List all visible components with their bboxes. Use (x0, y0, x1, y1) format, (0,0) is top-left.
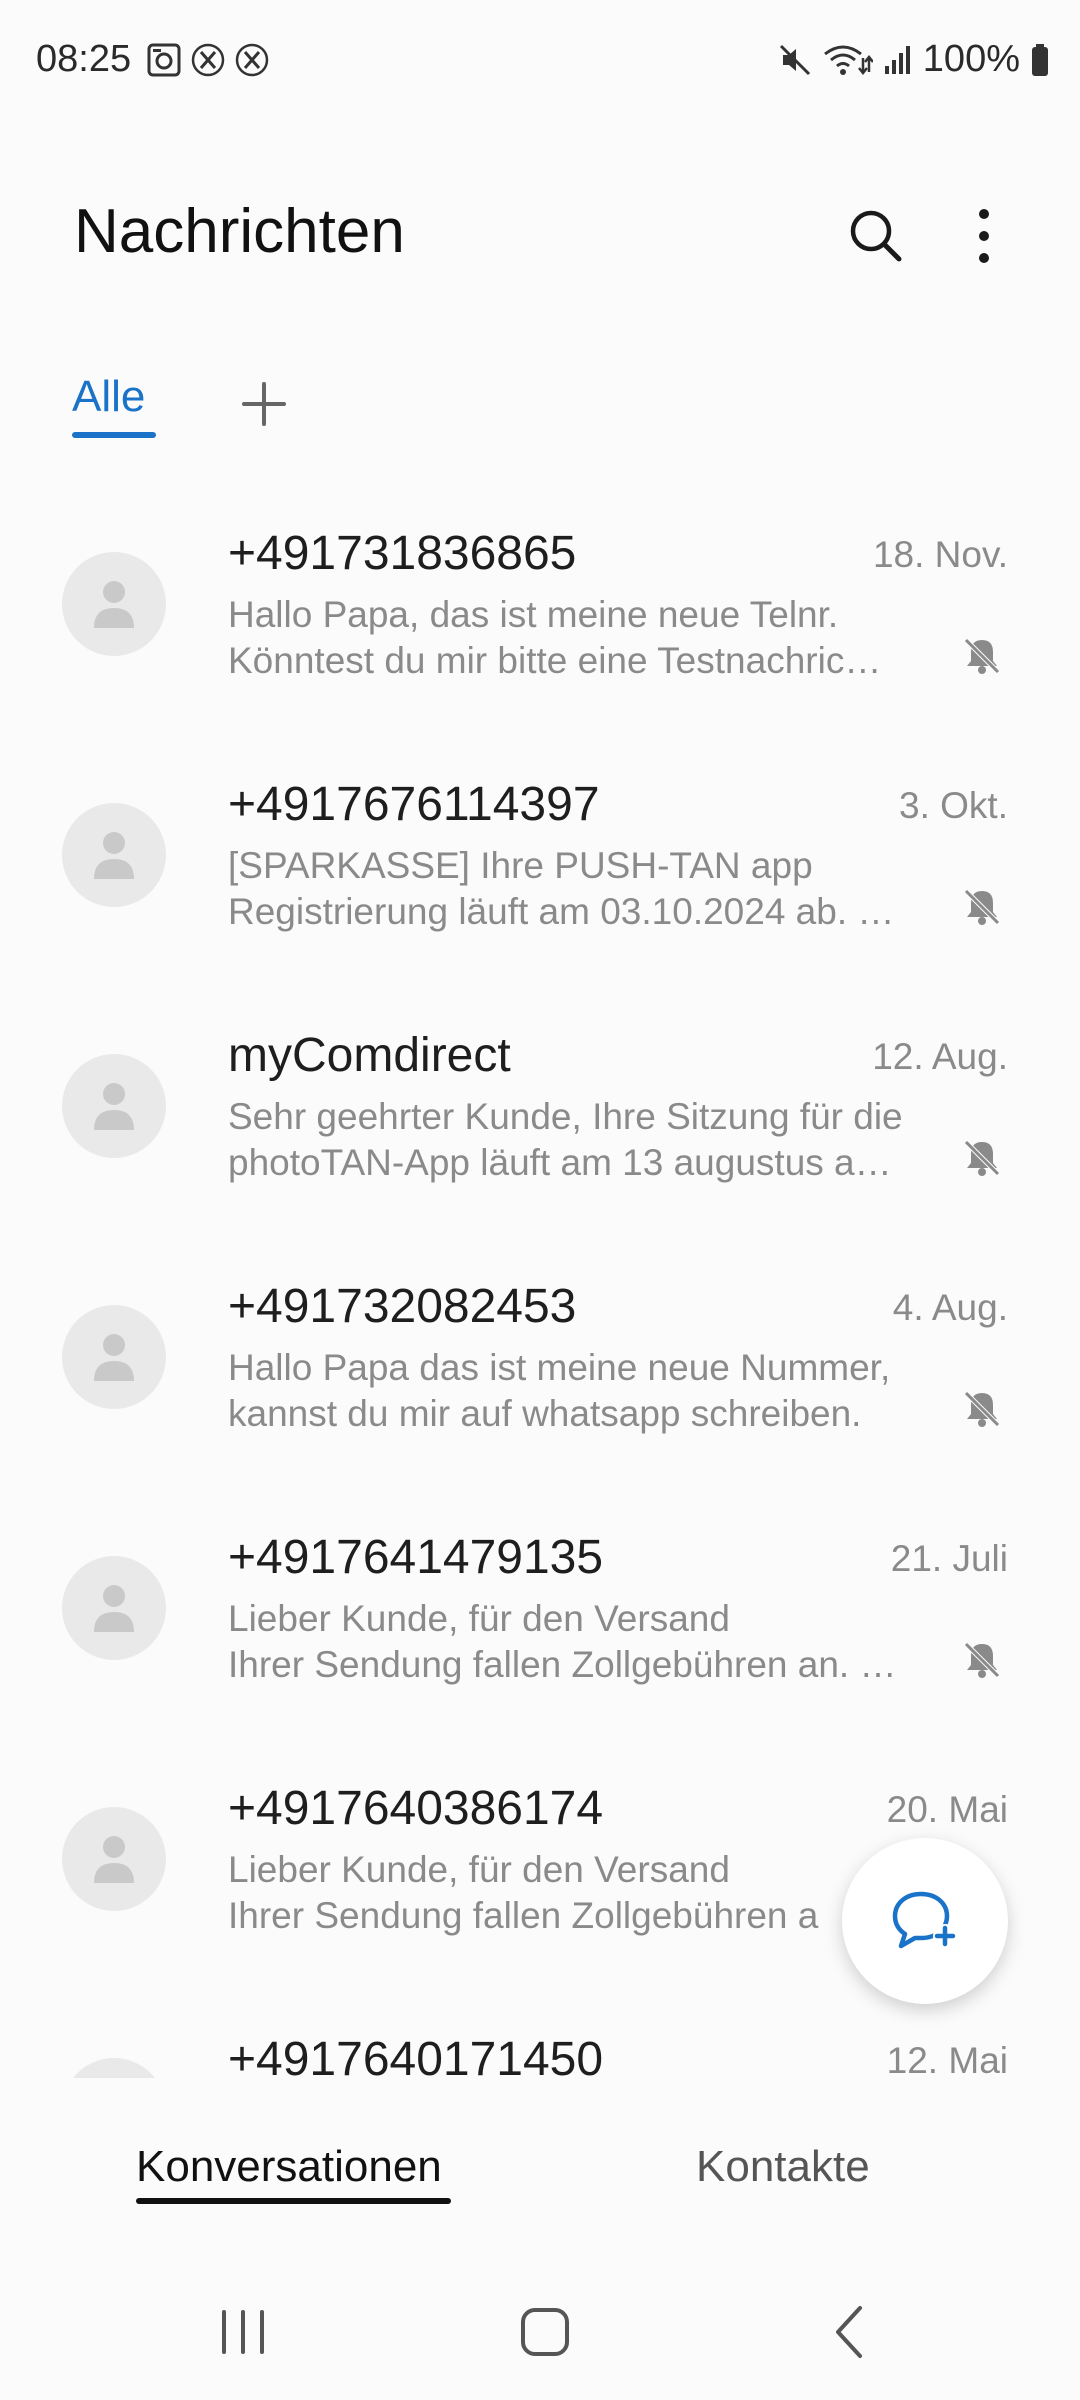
conversation-item[interactable]: +4917640171450 12. Mai (0, 2006, 1080, 2078)
battery-icon (1032, 43, 1048, 76)
avatar (62, 552, 166, 656)
conversation-name: +4917676114397 (228, 778, 600, 831)
avatar (62, 1054, 166, 1158)
add-category-button[interactable] (232, 372, 296, 436)
recents-button[interactable] (203, 2292, 283, 2372)
gallery-notification-icon (147, 43, 181, 77)
notifications-off-icon (964, 889, 1000, 925)
conversation-item[interactable]: myComdirect 12. Aug. Sehr geehrter Kunde… (0, 1002, 1080, 1253)
notifications-off-icon (964, 1391, 1000, 1427)
conversation-preview: Hallo Papa, das ist meine neue Telnr. Kö… (228, 592, 928, 684)
preview-line: Ihrer Sendung fallen Zollgebühren an. … (228, 1644, 897, 1685)
status-bar: 08:25 100% (0, 0, 1080, 124)
preview-line: Sehr geehrter Kunde, Ihre Sitzung für di… (228, 1096, 903, 1137)
conversation-preview: Hallo Papa das ist meine neue Nummer, ka… (228, 1345, 928, 1437)
person-icon (94, 1585, 134, 1632)
conversation-preview: Lieber Kunde, für den Versand Ihrer Send… (228, 1596, 928, 1688)
conversation-name: +4917640171450 (228, 2033, 604, 2078)
tab-alle[interactable]: Alle (72, 372, 145, 422)
preview-line: Lieber Kunde, für den Versand (228, 1598, 730, 1639)
signal-icon (884, 45, 910, 74)
plus-icon (242, 382, 286, 426)
conversation-date: 3. Okt. (899, 785, 1008, 826)
preview-line: photoTAN-App läuft am 13 augustus a… (228, 1142, 892, 1183)
back-button[interactable] (810, 2292, 890, 2372)
conversation-name: +491732082453 (228, 1280, 577, 1333)
battery-percent: 100% (922, 38, 1020, 80)
system-nav-bar (0, 2238, 1080, 2400)
more-options-button[interactable] (944, 196, 1024, 276)
conversation-name: +4917641479135 (228, 1531, 604, 1584)
conversation-date: 4. Aug. (892, 1287, 1008, 1328)
conversation-date: 20. Mai (886, 1789, 1008, 1830)
notifications-off-icon (964, 1642, 1000, 1678)
tab-kontakte[interactable]: Kontakte (696, 2142, 870, 2192)
conversation-name: myComdirect (228, 1029, 511, 1082)
avatar (62, 803, 166, 907)
conversation-preview: Sehr geehrter Kunde, Ihre Sitzung für di… (228, 1094, 928, 1186)
conversation-name: +4917640386174 (228, 1782, 604, 1835)
mute-icon (779, 44, 810, 75)
conversation-item[interactable]: +491731836865 18. Nov. Hallo Papa, das i… (0, 500, 1080, 751)
conversation-preview: Lieber Kunde, für den Versand Ihrer Send… (228, 1847, 848, 1939)
home-button[interactable] (505, 2292, 585, 2372)
search-icon (850, 210, 902, 262)
status-time: 08:25 (36, 38, 132, 80)
x-notification-icon (191, 43, 225, 77)
avatar (62, 1556, 166, 1660)
status-right: 100% (777, 38, 1050, 81)
preview-line: Könntest du mir bitte eine Testnachric… (228, 640, 882, 681)
home-icon (521, 2308, 569, 2356)
preview-line: Hallo Papa das ist meine neue Nummer, (228, 1347, 891, 1388)
x-notification-icon (235, 43, 269, 77)
preview-line: kannst du mir auf whatsapp schreiben. (228, 1393, 862, 1434)
preview-line: Ihrer Sendung fallen Zollgebühren a (228, 1895, 819, 1936)
search-button[interactable] (836, 196, 916, 276)
page-title: Nachrichten (74, 197, 405, 266)
notifications-off-icon (964, 638, 1000, 674)
notifications-off-icon (964, 1140, 1000, 1176)
conversation-name: +491731836865 (228, 527, 577, 580)
more-vertical-icon (979, 209, 989, 263)
recents-icon (222, 2310, 264, 2354)
conversation-item[interactable]: +4917641479135 21. Juli Lieber Kunde, fü… (0, 1504, 1080, 1755)
wifi-icon (823, 45, 873, 75)
conversation-date: 12. Mai (886, 2040, 1008, 2078)
new-message-button[interactable] (842, 1838, 1008, 2004)
conversation-preview: [SPARKASSE] Ihre PUSH-TAN app Registrier… (228, 843, 928, 935)
tab-konversationen[interactable]: Konversationen (136, 2142, 442, 2192)
bottom-tab-bar: Konversationen Kontakte (0, 2078, 1080, 2238)
avatar (62, 1305, 166, 1409)
conversation-date: 12. Aug. (872, 1036, 1008, 1077)
conversation-item[interactable]: +491732082453 4. Aug. Hallo Papa das ist… (0, 1253, 1080, 1504)
tab-alle-indicator (72, 432, 156, 438)
preview-line: [SPARKASSE] Ihre PUSH-TAN app (228, 845, 813, 886)
person-icon (94, 832, 134, 879)
person-icon (94, 581, 134, 628)
conversation-item[interactable]: +4917676114397 3. Okt. [SPARKASSE] Ihre … (0, 751, 1080, 1002)
back-icon (836, 2306, 862, 2358)
preview-line: Lieber Kunde, für den Versand (228, 1849, 730, 1890)
tab-konversationen-indicator (136, 2198, 451, 2204)
avatar (62, 2058, 166, 2078)
new-message-icon (892, 1891, 957, 1949)
preview-line: Registrierung läuft am 03.10.2024 ab. … (228, 891, 895, 932)
notification-icons (146, 42, 270, 78)
conversation-date: 21. Juli (890, 1538, 1008, 1579)
preview-line: Hallo Papa, das ist meine neue Telnr. (228, 594, 839, 635)
person-icon (94, 1836, 134, 1883)
conversation-date: 18. Nov. (872, 534, 1008, 575)
person-icon (94, 1083, 134, 1130)
person-icon (94, 1334, 134, 1381)
avatar (62, 1807, 166, 1911)
